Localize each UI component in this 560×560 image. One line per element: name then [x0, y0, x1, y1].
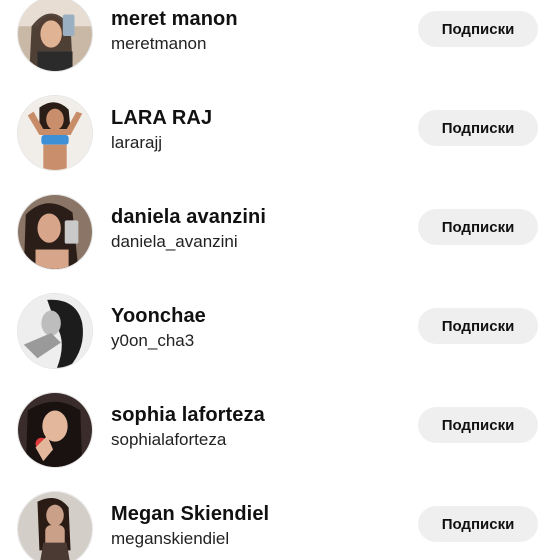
user-handle: y0on_cha3: [111, 331, 195, 350]
user-name: LARA RAJ: [111, 107, 213, 129]
following-button[interactable]: Подписки: [418, 407, 538, 443]
list-item[interactable]: Yoonchae y0on_cha3 Подписки: [0, 293, 560, 387]
avatar[interactable]: [17, 0, 93, 72]
user-handle: meganskiendiel: [111, 529, 230, 548]
avatar[interactable]: [17, 95, 93, 171]
avatar[interactable]: [17, 293, 93, 369]
avatar[interactable]: [17, 392, 93, 468]
list-item[interactable]: LARA RAJ lararajj Подписки: [0, 95, 560, 189]
following-list: meret manon meretmanon Подписки LARA RAJ…: [0, 0, 560, 560]
avatar[interactable]: [17, 194, 93, 270]
user-name: meret manon: [111, 8, 238, 30]
following-button[interactable]: Подписки: [418, 11, 538, 47]
following-button[interactable]: Подписки: [418, 209, 538, 245]
following-button[interactable]: Подписки: [418, 308, 538, 344]
following-button[interactable]: Подписки: [418, 110, 538, 146]
user-handle: daniela_avanzini: [111, 232, 238, 251]
user-handle: lararajj: [111, 133, 163, 152]
user-handle: sophialaforteza: [111, 430, 227, 449]
user-handle: meretmanon: [111, 34, 207, 53]
list-item[interactable]: daniela avanzini daniela_avanzini Подпис…: [0, 194, 560, 288]
user-name: Yoonchae: [111, 305, 206, 327]
user-name: Megan Skiendiel: [111, 503, 270, 525]
user-name: daniela avanzini: [111, 206, 266, 228]
list-item[interactable]: meret manon meretmanon Подписки: [0, 0, 560, 90]
list-item[interactable]: sophia laforteza sophialaforteza Подписк…: [0, 392, 560, 486]
user-name: sophia laforteza: [111, 404, 265, 426]
following-button[interactable]: Подписки: [418, 506, 538, 542]
list-item[interactable]: Megan Skiendiel meganskiendiel Подписки: [0, 491, 560, 560]
avatar[interactable]: [17, 491, 93, 560]
